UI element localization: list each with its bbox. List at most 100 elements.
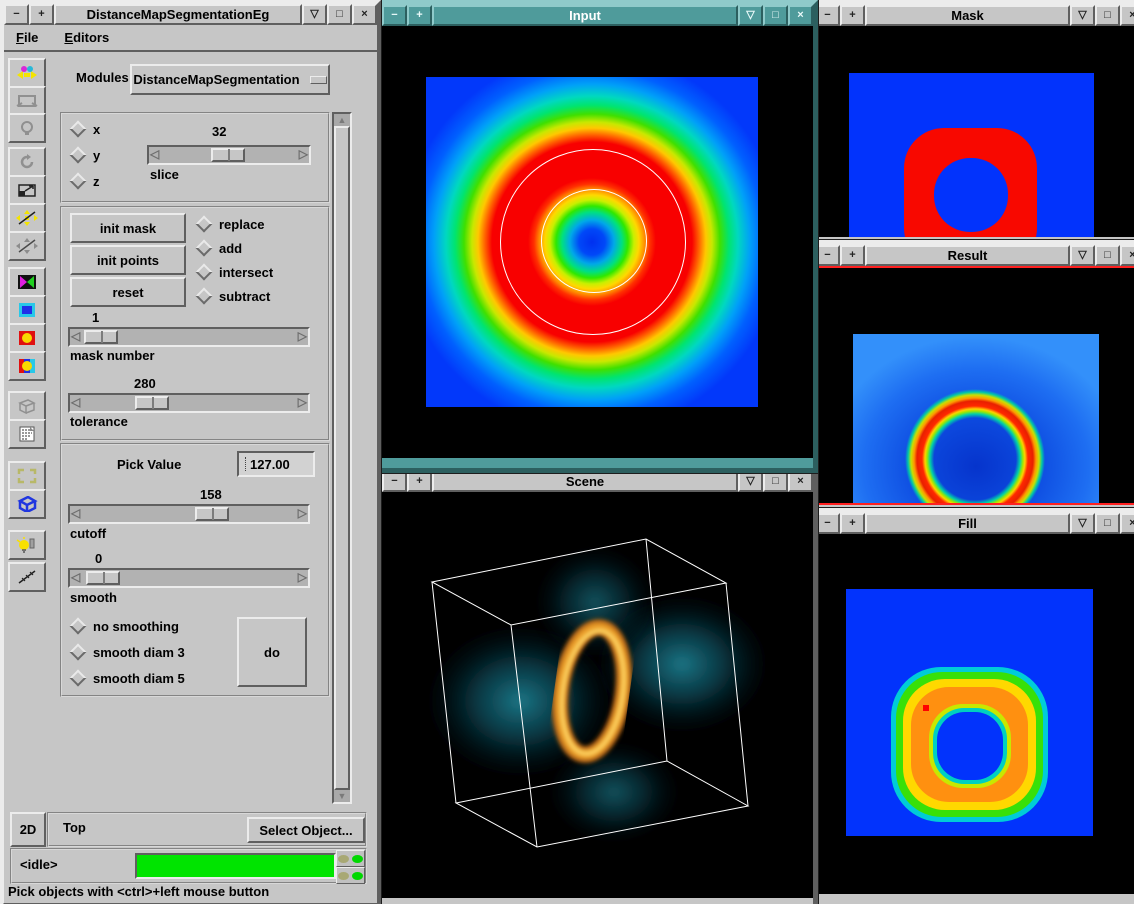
window-pin-button[interactable]: + bbox=[407, 5, 432, 26]
window-pin-button[interactable]: + bbox=[840, 5, 865, 26]
scroll-up-icon[interactable]: ▲ bbox=[334, 114, 350, 126]
mask-number-slider[interactable]: ◁ ▷ bbox=[68, 327, 310, 347]
window-iconify-button[interactable]: □ bbox=[1095, 513, 1120, 534]
intersect-radio[interactable]: intersect bbox=[198, 265, 273, 279]
slider-thumb[interactable] bbox=[86, 571, 120, 585]
fit-view-icon[interactable] bbox=[8, 461, 46, 491]
slider-right-arrow-icon[interactable]: ▷ bbox=[298, 505, 307, 521]
fill-viewport[interactable] bbox=[815, 534, 1134, 894]
input-titlebar[interactable]: − + Input ▽ □ × bbox=[382, 5, 813, 26]
reset-button[interactable]: reset bbox=[70, 277, 186, 307]
seek-icon[interactable] bbox=[8, 58, 46, 88]
main-titlebar[interactable]: − + DistanceMapSegmentationEg ▽ □ × bbox=[4, 4, 377, 25]
subtract-radio[interactable]: subtract bbox=[198, 289, 270, 303]
mask-viewport[interactable] bbox=[815, 26, 1134, 237]
colormap-icon[interactable] bbox=[8, 267, 46, 297]
scroll-down-icon[interactable]: ▼ bbox=[334, 790, 350, 802]
select-object-button[interactable]: Select Object... bbox=[247, 817, 365, 843]
do-button[interactable]: do bbox=[237, 617, 307, 687]
palette-icon[interactable] bbox=[8, 351, 46, 381]
view-all-icon[interactable] bbox=[8, 86, 46, 116]
panel-scrollbar[interactable]: ▲ ▼ bbox=[332, 112, 352, 804]
window-iconify-button[interactable]: □ bbox=[763, 471, 788, 492]
window-shade-button[interactable]: ▽ bbox=[738, 471, 763, 492]
window-close-button[interactable]: × bbox=[1120, 513, 1134, 534]
wireframe-cube-icon[interactable] bbox=[8, 391, 46, 421]
menu-editors[interactable]: Editors bbox=[64, 30, 109, 45]
window-iconify-button[interactable]: □ bbox=[327, 4, 352, 25]
init-mask-button[interactable]: init mask bbox=[70, 213, 186, 243]
headlight-icon[interactable] bbox=[8, 113, 46, 143]
slider-left-arrow-icon[interactable]: ◁ bbox=[71, 328, 80, 344]
window-iconify-button[interactable]: □ bbox=[1095, 245, 1120, 266]
rotate-icon[interactable] bbox=[8, 147, 46, 177]
slider-left-arrow-icon[interactable]: ◁ bbox=[150, 146, 159, 162]
slider-thumb[interactable] bbox=[211, 148, 245, 162]
no-smoothing-radio[interactable]: no smoothing bbox=[72, 619, 179, 633]
mask-titlebar[interactable]: − + Mask ▽ □ × bbox=[815, 5, 1134, 26]
cutoff-slider[interactable]: ◁ ▷ bbox=[68, 504, 310, 524]
add-radio[interactable]: add bbox=[198, 241, 242, 255]
window-close-button[interactable]: × bbox=[1120, 5, 1134, 26]
slider-right-arrow-icon[interactable]: ▷ bbox=[299, 146, 308, 162]
slider-right-arrow-icon[interactable]: ▷ bbox=[298, 328, 307, 344]
window-close-button[interactable]: × bbox=[1120, 245, 1134, 266]
window-menu-button[interactable]: − bbox=[382, 5, 407, 26]
window-menu-button[interactable]: − bbox=[382, 471, 407, 492]
window-iconify-button[interactable]: □ bbox=[1095, 5, 1120, 26]
window-close-button[interactable]: × bbox=[352, 4, 377, 25]
slice-slider[interactable]: ◁ ▷ bbox=[147, 145, 311, 165]
window-pin-button[interactable]: + bbox=[29, 4, 54, 25]
red-circle-icon[interactable] bbox=[8, 323, 46, 353]
blue-cube-icon[interactable] bbox=[8, 489, 46, 519]
light-edit-icon[interactable] bbox=[8, 530, 46, 560]
slider-left-arrow-icon[interactable]: ◁ bbox=[71, 394, 80, 410]
modules-dropdown[interactable]: DistanceMapSegmentation bbox=[130, 64, 330, 95]
axis-z-radio[interactable]: z bbox=[72, 174, 100, 188]
smooth-diam3-radio[interactable]: smooth diam 3 bbox=[72, 645, 185, 659]
measure-icon[interactable] bbox=[8, 562, 46, 592]
slider-left-arrow-icon[interactable]: ◁ bbox=[71, 505, 80, 521]
window-menu-button[interactable]: − bbox=[815, 245, 840, 266]
smooth-diam5-radio[interactable]: smooth diam 5 bbox=[72, 671, 185, 685]
result-viewport[interactable] bbox=[815, 266, 1134, 505]
window-shade-button[interactable]: ▽ bbox=[738, 5, 763, 26]
window-shade-button[interactable]: ▽ bbox=[302, 4, 327, 25]
scrollbar-thumb[interactable] bbox=[334, 126, 350, 790]
replace-radio[interactable]: replace bbox=[198, 217, 265, 231]
fill-titlebar[interactable]: − + Fill ▽ □ × bbox=[815, 513, 1134, 534]
scene-viewport[interactable] bbox=[382, 492, 813, 898]
init-points-button[interactable]: init points bbox=[70, 245, 186, 275]
window-menu-button[interactable]: − bbox=[815, 5, 840, 26]
slider-thumb[interactable] bbox=[195, 507, 229, 521]
zoom-box-icon[interactable] bbox=[8, 175, 46, 205]
result-titlebar[interactable]: − + Result ▽ □ × bbox=[815, 245, 1134, 266]
window-shade-button[interactable]: ▽ bbox=[1070, 513, 1095, 534]
slider-left-arrow-icon[interactable]: ◁ bbox=[71, 569, 80, 585]
tolerance-slider[interactable]: ◁ ▷ bbox=[68, 393, 310, 413]
axis-y-radio[interactable]: y bbox=[72, 148, 100, 162]
pan-icon[interactable] bbox=[8, 203, 46, 233]
menu-file[interactable]: File bbox=[16, 30, 38, 45]
slider-right-arrow-icon[interactable]: ▷ bbox=[298, 394, 307, 410]
window-iconify-button[interactable]: □ bbox=[763, 5, 788, 26]
window-pin-button[interactable]: + bbox=[840, 245, 865, 266]
window-pin-button[interactable]: + bbox=[840, 513, 865, 534]
window-close-button[interactable]: × bbox=[788, 471, 813, 492]
window-pin-button[interactable]: + bbox=[407, 471, 432, 492]
window-close-button[interactable]: × bbox=[788, 5, 813, 26]
slider-thumb[interactable] bbox=[135, 396, 169, 410]
window-shade-button[interactable]: ▽ bbox=[1070, 245, 1095, 266]
script-icon[interactable] bbox=[8, 419, 46, 449]
slider-thumb[interactable] bbox=[84, 330, 118, 344]
window-shade-button[interactable]: ▽ bbox=[1070, 5, 1095, 26]
window-menu-button[interactable]: − bbox=[4, 4, 29, 25]
window-menu-button[interactable]: − bbox=[815, 513, 840, 534]
input-viewport[interactable] bbox=[382, 26, 813, 458]
slider-right-arrow-icon[interactable]: ▷ bbox=[298, 569, 307, 585]
smooth-slider[interactable]: ◁ ▷ bbox=[68, 568, 310, 588]
scene-titlebar[interactable]: − + Scene ▽ □ × bbox=[382, 471, 813, 492]
axis-x-radio[interactable]: x bbox=[72, 122, 100, 136]
dolly-icon[interactable] bbox=[8, 231, 46, 261]
pick-value-field[interactable]: 127.00 bbox=[237, 451, 315, 477]
